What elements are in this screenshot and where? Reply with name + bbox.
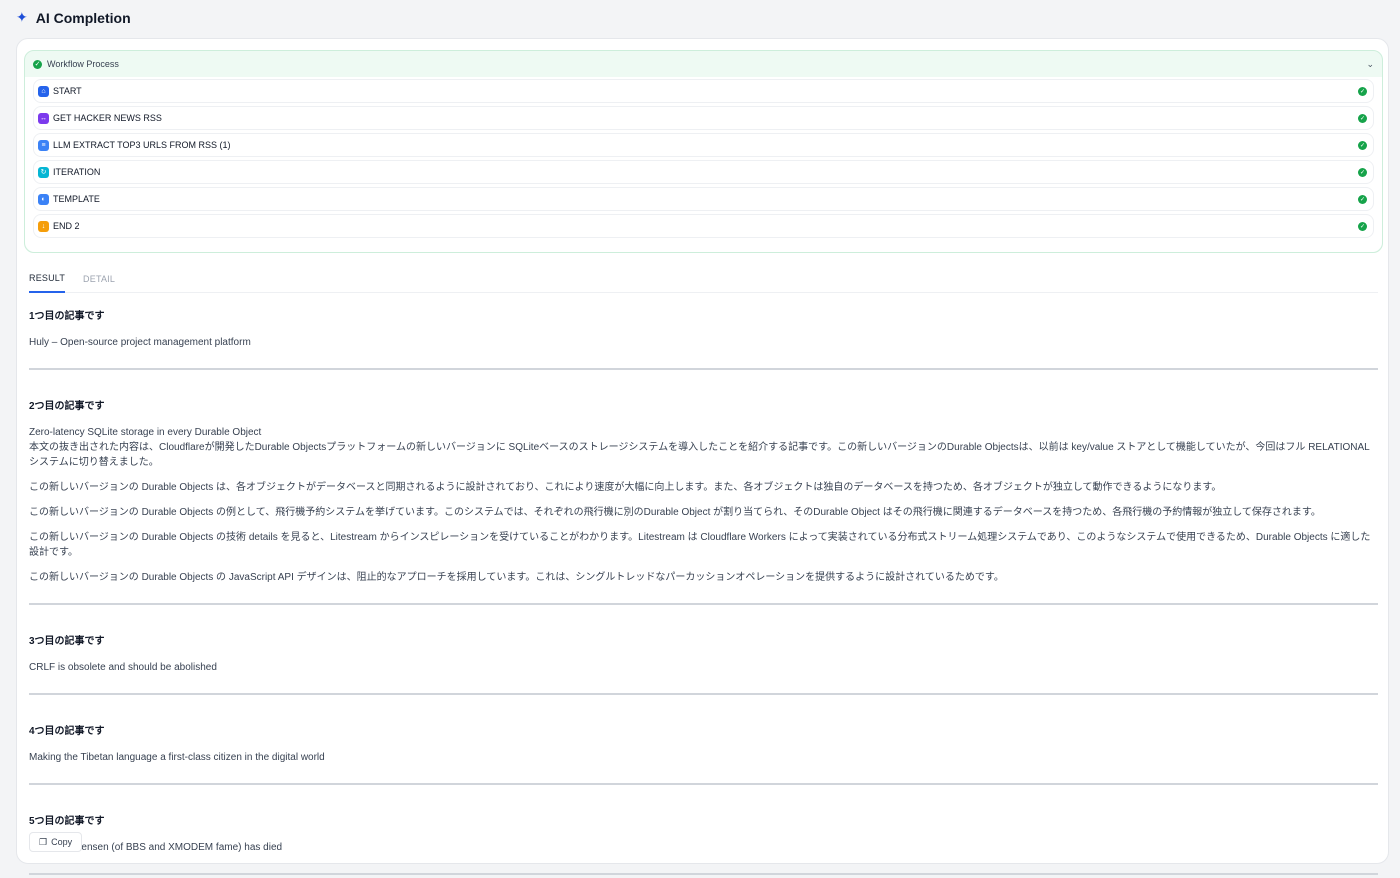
node-end-2[interactable]: ↓ END 2 ✓ — [33, 214, 1374, 238]
article-text: この新しいバージョンの Durable Objects は、各オブジェクトがデー… — [29, 482, 1222, 493]
article-text: この新しいバージョンの Durable Objects の技術 details … — [29, 532, 1371, 558]
home-icon: ⌂ — [38, 85, 49, 97]
workflow-title: Workflow Process — [47, 59, 119, 69]
workflow-node-list: ⌂ START ✓ ↔ GET HACKER NEWS RSS ✓ ≡ LLM … — [25, 77, 1382, 252]
page-header: ✦ AI Completion — [0, 0, 1400, 36]
page-title: AI Completion — [35, 10, 131, 26]
result-tabs: RESULT DETAIL — [29, 265, 1378, 293]
node-label: GET HACKER NEWS RSS — [53, 113, 162, 123]
success-check-icon: ✓ — [1358, 113, 1367, 123]
result-card: ✓ Workflow Process ⌄ ⌂ START ✓ ↔ GET HAC… — [16, 38, 1389, 875]
divider — [29, 693, 1378, 695]
node-template[interactable]: ◐ TEMPLATE ✓ — [33, 187, 1374, 211]
divider — [29, 368, 1378, 370]
article-text: Ward Christensen (of BBS and XMODEM fame… — [29, 842, 283, 853]
article-2: 2つ目の記事です Zero-latency SQLite storage in … — [29, 397, 1378, 585]
clipboard-icon: ❐ — [39, 836, 48, 847]
article-text: この新しいバージョンの Durable Objects の JavaScript… — [29, 572, 1004, 583]
success-check-icon: ✓ — [33, 59, 42, 69]
result-content: 1つ目の記事です Huly – Open-source project mana… — [29, 307, 1378, 875]
node-get-hacker-news-rss[interactable]: ↔ GET HACKER NEWS RSS ✓ — [33, 106, 1374, 130]
article-3: 3つ目の記事です CRLF is obsolete and should be … — [29, 632, 1378, 675]
workflow-panel: ✓ Workflow Process ⌄ ⌂ START ✓ ↔ GET HAC… — [24, 50, 1383, 253]
article-heading: 5つ目の記事です — [29, 816, 105, 827]
node-iteration[interactable]: ↻ ITERATION ✓ — [33, 160, 1374, 184]
http-icon: ↔ — [38, 112, 49, 124]
node-llm-extract[interactable]: ≡ LLM EXTRACT TOP3 URLS FROM RSS (1) ✓ — [33, 133, 1374, 157]
article-heading: 4つ目の記事です — [29, 726, 105, 737]
article-text: CRLF is obsolete and should be abolished — [29, 662, 217, 673]
tab-result[interactable]: RESULT — [29, 265, 66, 293]
node-start[interactable]: ⌂ START ✓ — [33, 79, 1374, 103]
article-text: Huly – Open-source project management pl… — [29, 337, 251, 348]
article-5: 5つ目の記事です Ward Christensen (of BBS and XM… — [29, 812, 1378, 855]
success-check-icon: ✓ — [1358, 167, 1367, 177]
divider — [29, 783, 1378, 785]
node-label: START — [53, 86, 82, 96]
copy-button[interactable]: ❐ Copy — [29, 832, 83, 852]
article-4: 4つ目の記事です Making the Tibetan language a f… — [29, 722, 1378, 765]
article-text: Making the Tibetan language a first-clas… — [29, 752, 325, 763]
list-icon: ≡ — [38, 139, 49, 151]
success-check-icon: ✓ — [1358, 86, 1367, 96]
workflow-header[interactable]: ✓ Workflow Process ⌄ — [25, 51, 1382, 77]
article-heading: 2つ目の記事です — [29, 401, 105, 412]
node-label: TEMPLATE — [53, 194, 100, 204]
article-heading: 3つ目の記事です — [29, 636, 105, 647]
node-label: LLM EXTRACT TOP3 URLS FROM RSS (1) — [53, 140, 231, 150]
divider — [29, 603, 1378, 605]
template-icon: ◐ — [38, 193, 49, 205]
copy-label: Copy — [51, 837, 73, 847]
article-1: 1つ目の記事です Huly – Open-source project mana… — [29, 307, 1378, 350]
article-text: この新しいバージョンの Durable Objects の例として、飛行機予約シ… — [29, 507, 1321, 518]
chevron-down-icon[interactable]: ⌄ — [1366, 59, 1374, 70]
node-label: END 2 — [53, 221, 80, 231]
divider — [29, 873, 1378, 875]
node-label: ITERATION — [53, 167, 101, 177]
article-text: Zero-latency SQLite storage in every Dur… — [29, 427, 262, 438]
success-check-icon: ✓ — [1358, 140, 1367, 150]
sparkle-icon: ✦ — [16, 10, 28, 26]
article-heading: 1つ目の記事です — [29, 311, 105, 322]
end-icon: ↓ — [38, 220, 49, 232]
loop-icon: ↻ — [38, 166, 49, 178]
tab-detail[interactable]: DETAIL — [83, 265, 115, 293]
success-check-icon: ✓ — [1358, 221, 1367, 231]
success-check-icon: ✓ — [1358, 194, 1367, 204]
article-text: 本文の抜き出された内容は、Cloudflareが開発したDurable Obje… — [29, 442, 1370, 468]
